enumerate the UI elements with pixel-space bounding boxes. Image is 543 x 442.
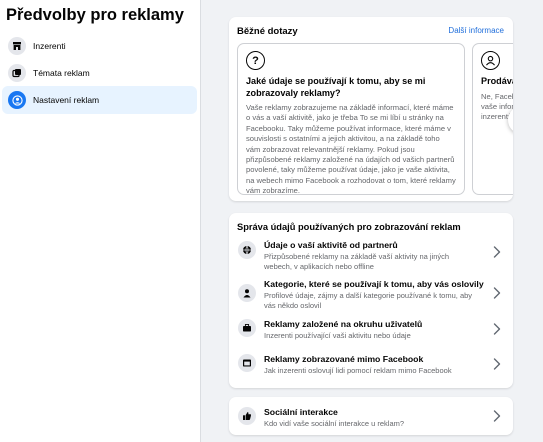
social-interactions-card: Sociální interakce Kdo vidí vaše sociáln… bbox=[229, 397, 513, 435]
row-title: Údaje o vaší aktivitě od partnerů bbox=[264, 240, 398, 250]
faq-answer: Vaše reklamy zobrazujeme na základě info… bbox=[246, 103, 456, 196]
sidebar: Předvolby pro reklamy Inzerenti Témata r… bbox=[0, 0, 201, 442]
person-icon bbox=[481, 51, 500, 70]
question-icon: ? bbox=[246, 51, 265, 70]
row-title: Reklamy založené na okruhu uživatelů bbox=[264, 319, 423, 329]
faq-card: Běžné dotazy Další informace ? Jaké údaj… bbox=[229, 17, 513, 201]
chevron-right-icon bbox=[493, 410, 501, 422]
faq-question: Prodává bbox=[481, 76, 513, 86]
list-item-ads-off-facebook[interactable]: Reklamy zobrazované mimo Facebook Jak in… bbox=[229, 352, 513, 382]
more-info-link[interactable]: Další informace bbox=[448, 26, 504, 35]
list-item-social-interactions[interactable]: Sociální interakce Kdo vidí vaše sociáln… bbox=[229, 401, 513, 431]
main-content: Běžné dotazy Další informace ? Jaké údaj… bbox=[201, 0, 543, 442]
chevron-right-icon bbox=[493, 358, 501, 370]
briefcase-icon bbox=[238, 319, 256, 337]
sidebar-item-label: Inzerenti bbox=[33, 41, 66, 51]
page-title: Předvolby pro reklamy bbox=[6, 6, 184, 24]
window-icon bbox=[238, 354, 256, 372]
row-title: Kategorie, které se používají k tomu, ab… bbox=[264, 279, 484, 289]
person-icon bbox=[238, 284, 256, 302]
chevron-right-icon bbox=[493, 323, 501, 335]
globe-icon bbox=[238, 241, 256, 259]
storefront-icon bbox=[8, 37, 26, 55]
account-settings-icon bbox=[8, 91, 26, 109]
list-item-audience-based[interactable]: Reklamy založené na okruhu uživatelů Inz… bbox=[229, 317, 513, 347]
list-item-categories[interactable]: Kategorie, které se používají k tomu, ab… bbox=[229, 276, 513, 312]
chevron-right-icon bbox=[493, 287, 501, 299]
list-item-partner-activity[interactable]: Údaje o vaší aktivitě od partnerů Přizpů… bbox=[229, 237, 513, 273]
row-title: Reklamy zobrazované mimo Facebook bbox=[264, 354, 424, 364]
faq-item[interactable]: Prodává Ne, Facebo vaše inform inzerentů… bbox=[472, 43, 513, 195]
chevron-right-icon bbox=[493, 246, 501, 258]
faq-item[interactable]: ? Jaké údaje se používají k tomu, aby se… bbox=[237, 43, 465, 195]
faq-title: Běžné dotazy bbox=[237, 26, 298, 37]
topics-icon bbox=[8, 64, 26, 82]
sidebar-item-ad-settings[interactable]: Nastavení reklam bbox=[2, 86, 197, 114]
sidebar-item-label: Nastavení reklam bbox=[33, 95, 100, 105]
row-description: Inzerenti používající vaši aktivitu nebo… bbox=[264, 331, 411, 340]
sidebar-item-ad-topics[interactable]: Témata reklam bbox=[2, 59, 197, 87]
row-title: Sociální interakce bbox=[264, 407, 338, 417]
row-description: Jak inzerenti oslovují lidi pomocí rekla… bbox=[264, 366, 452, 375]
row-description: Přizpůsobené reklamy na základě vaší akt… bbox=[264, 252, 450, 272]
row-description: Kdo vidí vaše sociální interakce u rekla… bbox=[264, 419, 405, 428]
sidebar-item-label: Témata reklam bbox=[33, 68, 90, 78]
section-title: Správa údajů používaných pro zobrazování… bbox=[237, 222, 461, 232]
row-description: Profilové údaje, zájmy a další kategorie… bbox=[264, 291, 473, 311]
sidebar-item-advertisers[interactable]: Inzerenti bbox=[2, 32, 197, 60]
faq-question: Jaké údaje se používají k tomu, aby se m… bbox=[246, 76, 426, 98]
thumbs-up-icon bbox=[238, 407, 256, 425]
data-management-card: Správa údajů používaných pro zobrazování… bbox=[229, 213, 513, 388]
